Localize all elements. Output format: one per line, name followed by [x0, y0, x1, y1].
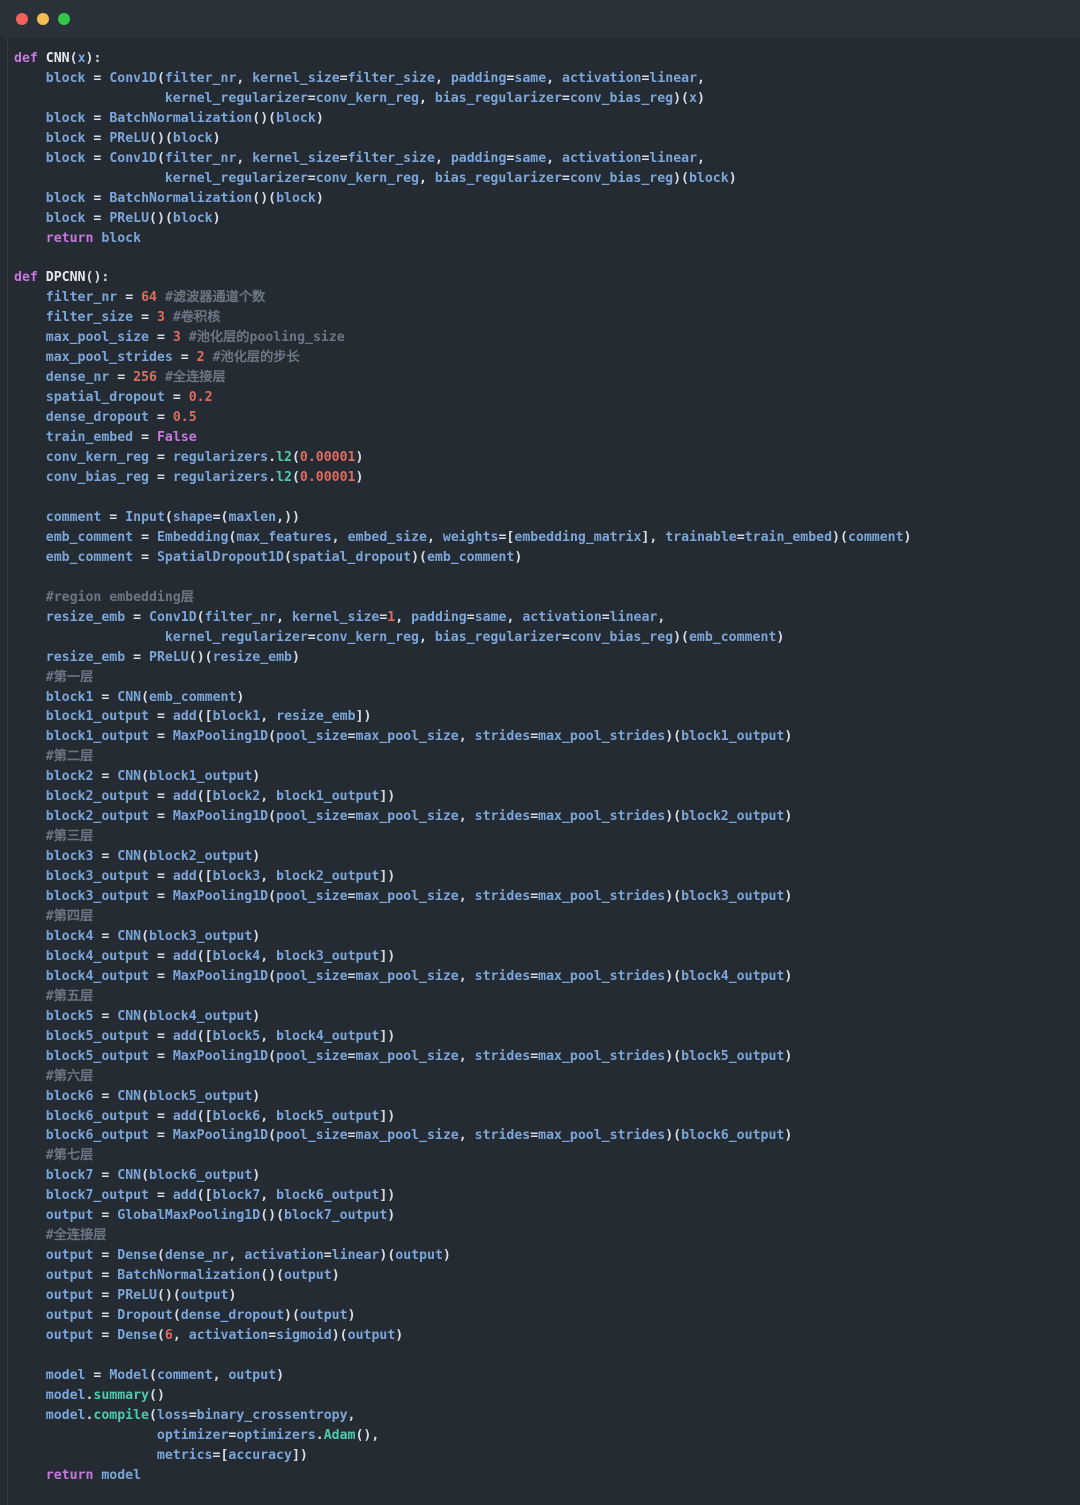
code-snippet-window: def CNN(x): block = Conv1D(filter_nr, ke… [0, 0, 1080, 1505]
gutter-divider [7, 38, 8, 1505]
source-code[interactable]: def CNN(x): block = Conv1D(filter_nr, ke… [0, 49, 1080, 1486]
code-editor-area[interactable]: def CNN(x): block = Conv1D(filter_nr, ke… [0, 38, 1080, 1505]
minimize-button[interactable] [37, 13, 49, 25]
close-button[interactable] [16, 13, 28, 25]
maximize-button[interactable] [58, 13, 70, 25]
window-titlebar [0, 0, 1080, 38]
